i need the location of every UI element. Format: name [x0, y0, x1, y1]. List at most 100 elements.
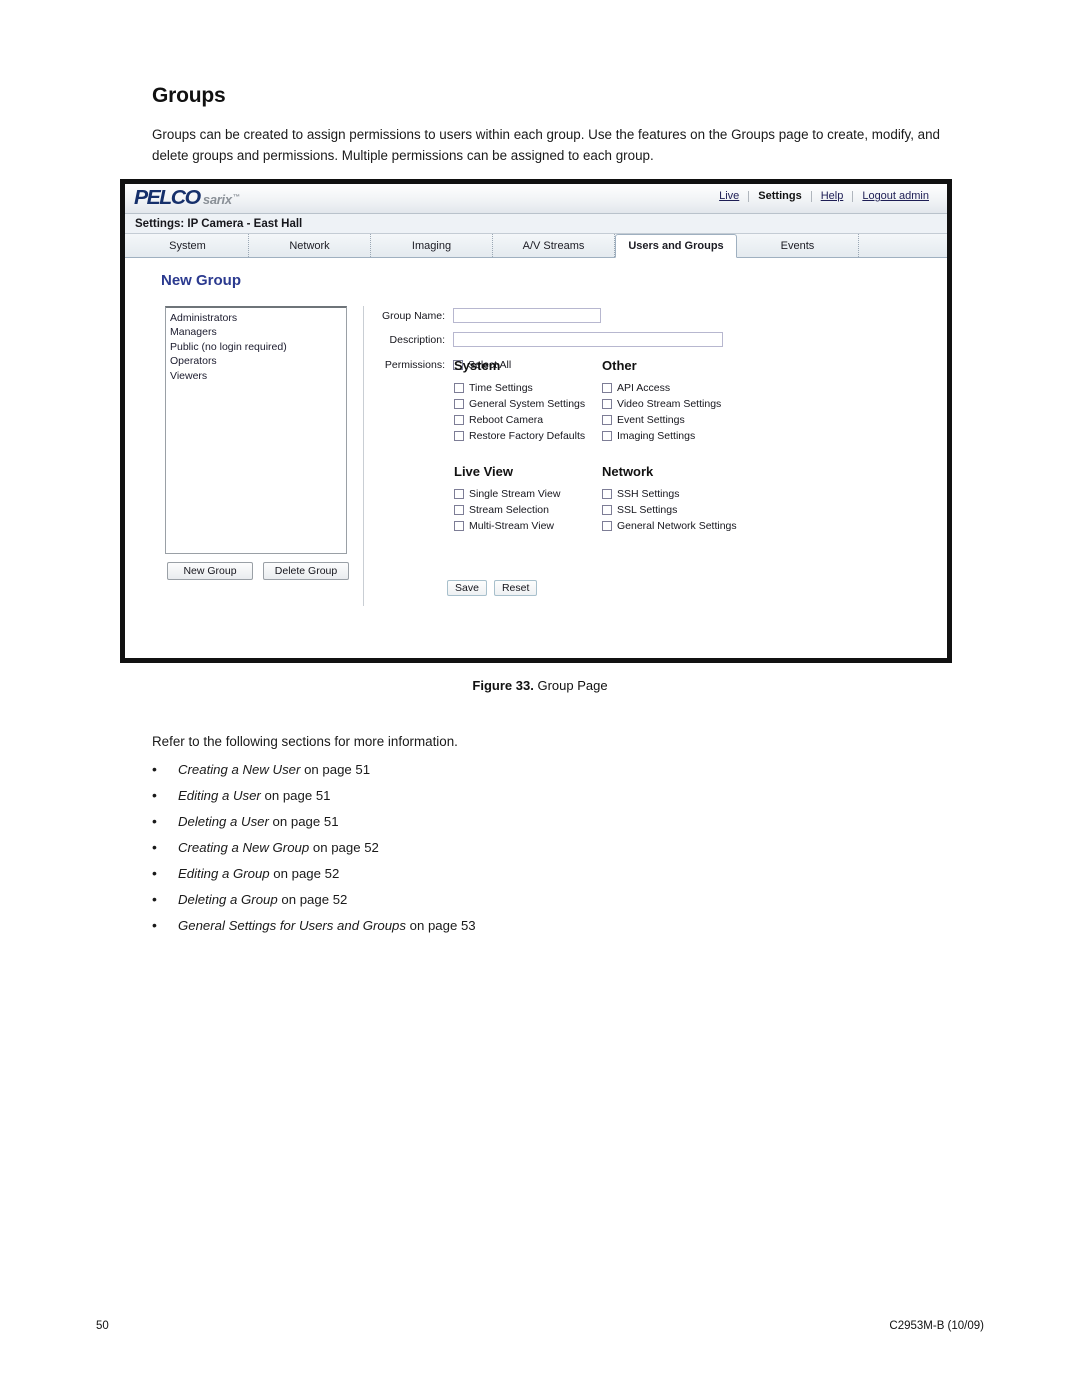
permission-stream-selection[interactable]: Stream Selection: [454, 504, 602, 516]
list-item-title[interactable]: Deleting a Group: [178, 892, 278, 907]
list-item[interactable]: Viewers: [170, 369, 342, 383]
checkbox-icon[interactable]: [454, 431, 464, 441]
permission-time-settings[interactable]: Time Settings: [454, 382, 602, 394]
permission-api-access[interactable]: API Access: [602, 382, 802, 394]
permission-label: Single Stream View: [469, 488, 561, 500]
tab-av-streams[interactable]: A/V Streams: [493, 234, 615, 257]
top-link-logout[interactable]: Logout admin: [853, 190, 938, 202]
checkbox-icon[interactable]: [602, 415, 612, 425]
tab-bar: System Network Imaging A/V Streams Users…: [125, 234, 947, 258]
camera-web-ui: PELCO sarix™ Live Settings Help Logout a…: [125, 184, 947, 658]
tab-imaging[interactable]: Imaging: [371, 234, 493, 257]
form-action-buttons: Save Reset: [447, 580, 538, 596]
checkbox-icon[interactable]: [602, 489, 612, 499]
list-item[interactable]: Public (no login required): [170, 340, 342, 354]
list-item-title[interactable]: Deleting a User: [178, 814, 269, 829]
tab-events[interactable]: Events: [737, 234, 859, 257]
sarix-wordmark: sarix™: [202, 192, 240, 207]
list-item-suffix: on page 52: [269, 866, 340, 881]
figure-caption-label: Figure 33.: [472, 678, 534, 693]
permission-general-network-settings[interactable]: General Network Settings: [602, 520, 802, 532]
top-link-settings[interactable]: Settings: [749, 190, 810, 202]
permission-label: Imaging Settings: [617, 430, 696, 442]
top-link-help[interactable]: Help: [812, 190, 853, 202]
list-item: • General Settings for Users and Groups …: [152, 918, 852, 944]
checkbox-icon[interactable]: [454, 521, 464, 531]
bullet-icon: •: [152, 865, 157, 881]
group-list-buttons: New Group Delete Group: [167, 562, 349, 580]
new-group-button[interactable]: New Group: [167, 562, 253, 580]
description-label: Description:: [389, 333, 445, 346]
page-title: Groups: [152, 84, 226, 107]
permission-restore-factory-defaults[interactable]: Restore Factory Defaults: [454, 430, 602, 442]
group-name-input[interactable]: [453, 308, 601, 323]
checkbox-icon[interactable]: [602, 399, 612, 409]
permission-heading-network: Network: [602, 464, 654, 479]
permission-block-other: Other API Access Video Stream Settings E…: [602, 358, 802, 446]
checkbox-icon[interactable]: [602, 383, 612, 393]
trademark-icon: ™: [232, 193, 240, 201]
list-item-text: General Settings for Users and Groups on…: [178, 918, 476, 933]
settings-title-bar: Settings: IP Camera - East Hall: [125, 214, 947, 234]
permission-single-stream-view[interactable]: Single Stream View: [454, 488, 602, 500]
permission-multi-stream-view[interactable]: Multi-Stream View: [454, 520, 602, 532]
list-item-title[interactable]: Editing a Group: [178, 866, 270, 881]
permission-label: General Network Settings: [617, 520, 737, 532]
permission-ssh-settings[interactable]: SSH Settings: [602, 488, 802, 500]
pelco-sarix-logo: PELCO sarix™: [134, 187, 240, 210]
permission-label: Time Settings: [469, 382, 533, 394]
list-item: • Deleting a Group on page 52: [152, 892, 852, 918]
permission-label: Event Settings: [617, 414, 685, 426]
permission-label: Reboot Camera: [469, 414, 544, 426]
description-input[interactable]: [453, 332, 723, 347]
checkbox-icon[interactable]: [454, 489, 464, 499]
permissions-label: Permissions:: [384, 359, 445, 371]
permission-imaging-settings[interactable]: Imaging Settings: [602, 430, 802, 442]
delete-group-button[interactable]: Delete Group: [263, 562, 349, 580]
checkbox-icon[interactable]: [602, 521, 612, 531]
permission-event-settings[interactable]: Event Settings: [602, 414, 802, 426]
permission-label: SSH Settings: [617, 488, 680, 500]
list-item-title[interactable]: Creating a New User: [178, 762, 300, 777]
top-link-live[interactable]: Live: [710, 190, 748, 202]
list-item-suffix: on page 52: [277, 892, 348, 907]
permission-label: Multi-Stream View: [469, 520, 554, 532]
bullet-icon: •: [152, 891, 157, 907]
checkbox-icon[interactable]: [454, 505, 464, 515]
list-item-text: Creating a New User on page 51: [178, 762, 370, 777]
reset-button[interactable]: Reset: [493, 580, 538, 596]
list-item-suffix: on page 51: [260, 788, 331, 803]
list-item-text: Creating a New Group on page 52: [178, 840, 379, 855]
list-item[interactable]: Managers: [170, 325, 342, 339]
permission-video-stream-settings[interactable]: Video Stream Settings: [602, 398, 802, 410]
list-item-title[interactable]: General Settings for Users and Groups: [178, 918, 406, 933]
tab-users-and-groups[interactable]: Users and Groups: [615, 234, 737, 258]
list-item[interactable]: Operators: [170, 354, 342, 368]
save-button[interactable]: Save: [447, 580, 487, 596]
list-item[interactable]: Administrators: [170, 311, 342, 325]
permission-label: SSL Settings: [617, 504, 678, 516]
footer-doc-code: C2953M-B (10/09): [889, 1320, 984, 1332]
tab-system[interactable]: System: [127, 234, 249, 257]
permission-row-top: System Time Settings General System Sett…: [454, 358, 854, 446]
permission-grid-spacer: [454, 446, 854, 464]
group-name-label: Group Name:: [381, 309, 445, 322]
permission-reboot-camera[interactable]: Reboot Camera: [454, 414, 602, 426]
checkbox-icon[interactable]: [602, 431, 612, 441]
group-list[interactable]: Administrators Managers Public (no login…: [165, 306, 347, 554]
permission-general-system-settings[interactable]: General System Settings: [454, 398, 602, 410]
bullet-icon: •: [152, 917, 157, 933]
permission-ssl-settings[interactable]: SSL Settings: [602, 504, 802, 516]
tab-strip-filler: [859, 234, 947, 257]
checkbox-icon[interactable]: [454, 383, 464, 393]
permission-block-network: Network SSH Settings SSL Settings Genera…: [602, 464, 802, 536]
tab-network[interactable]: Network: [249, 234, 371, 257]
list-item: • Editing a User on page 51: [152, 788, 852, 814]
checkbox-icon[interactable]: [602, 505, 612, 515]
list-item-title[interactable]: Creating a New Group: [178, 840, 309, 855]
top-navigation: Live Settings Help Logout admin: [710, 190, 938, 202]
checkbox-icon[interactable]: [454, 399, 464, 409]
checkbox-icon[interactable]: [454, 415, 464, 425]
list-item-title[interactable]: Editing a User: [178, 788, 261, 803]
content-area: New Group Administrators Managers Public…: [125, 258, 947, 653]
